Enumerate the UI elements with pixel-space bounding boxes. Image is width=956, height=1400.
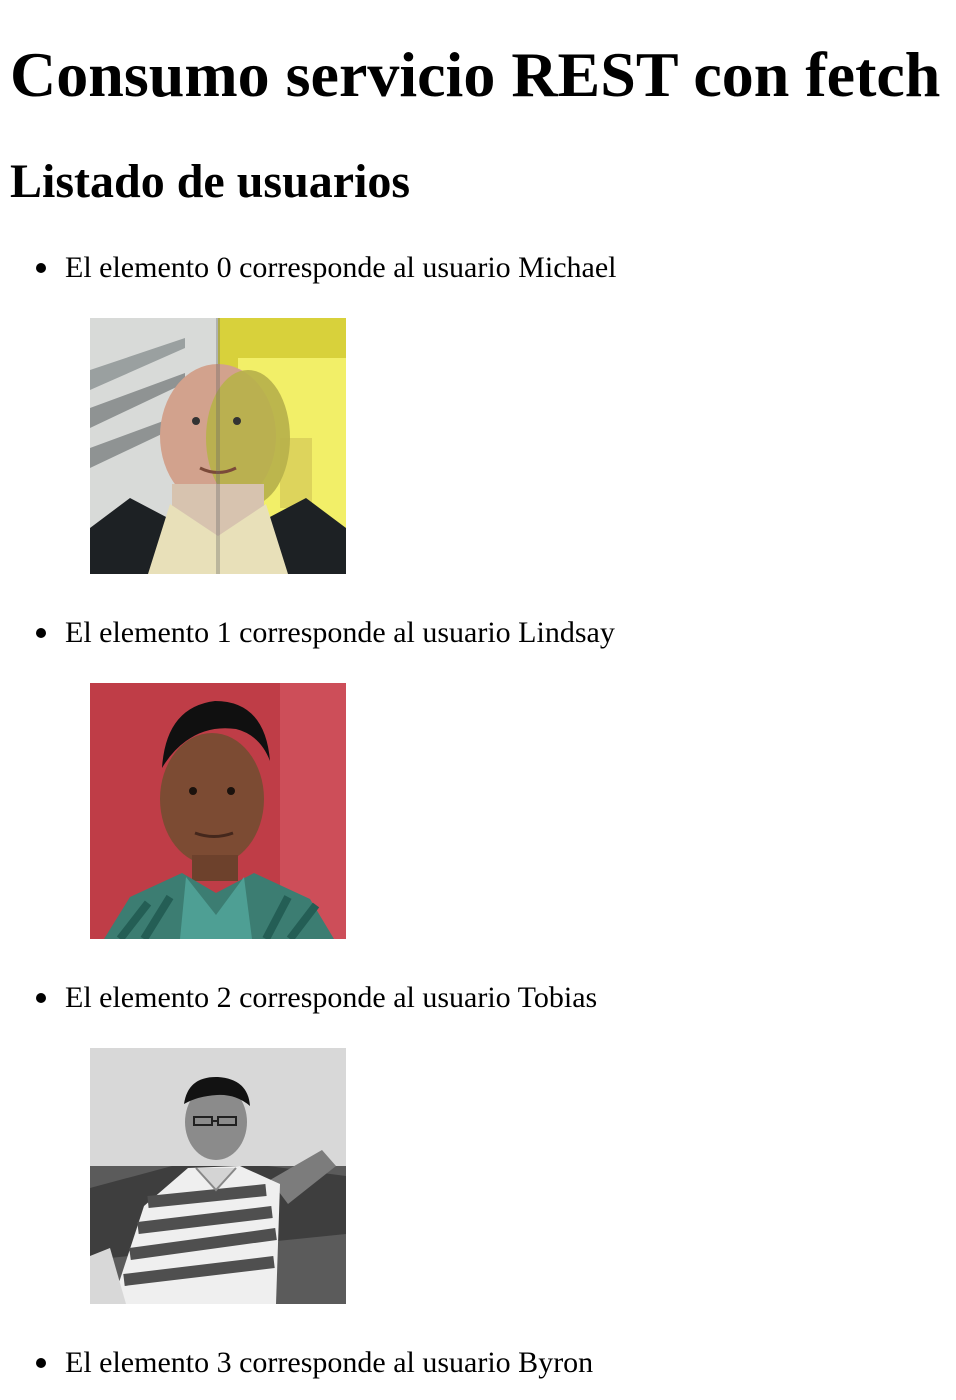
list-item: El elemento 3 corresponde al usuario Byr…: [36, 1343, 925, 1383]
user-label: El elemento 1 corresponde al usuario Lin…: [65, 616, 615, 649]
user-label: El elemento 2 corresponde al usuario Tob…: [65, 981, 598, 1014]
user-avatar: [90, 683, 346, 939]
list-item: El elemento 0 corresponde al usuario Mic…: [36, 248, 925, 288]
user-label: El elemento 3 corresponde al usuario Byr…: [65, 1346, 594, 1379]
list-item: El elemento 2 corresponde al usuario Tob…: [36, 978, 925, 1018]
bullet-icon: [36, 1358, 46, 1368]
bullet-icon: [36, 993, 46, 1003]
list-item: El elemento 1 corresponde al usuario Lin…: [36, 613, 925, 653]
bullet-icon: [36, 628, 46, 638]
section-title: Listado de usuarios: [10, 155, 411, 208]
user-avatar: [90, 1048, 346, 1304]
bullet-icon: [36, 263, 46, 273]
user-avatar: [90, 318, 346, 574]
page-title: Consumo servicio REST con fetch: [10, 39, 941, 110]
user-label: El elemento 0 corresponde al usuario Mic…: [65, 251, 617, 284]
